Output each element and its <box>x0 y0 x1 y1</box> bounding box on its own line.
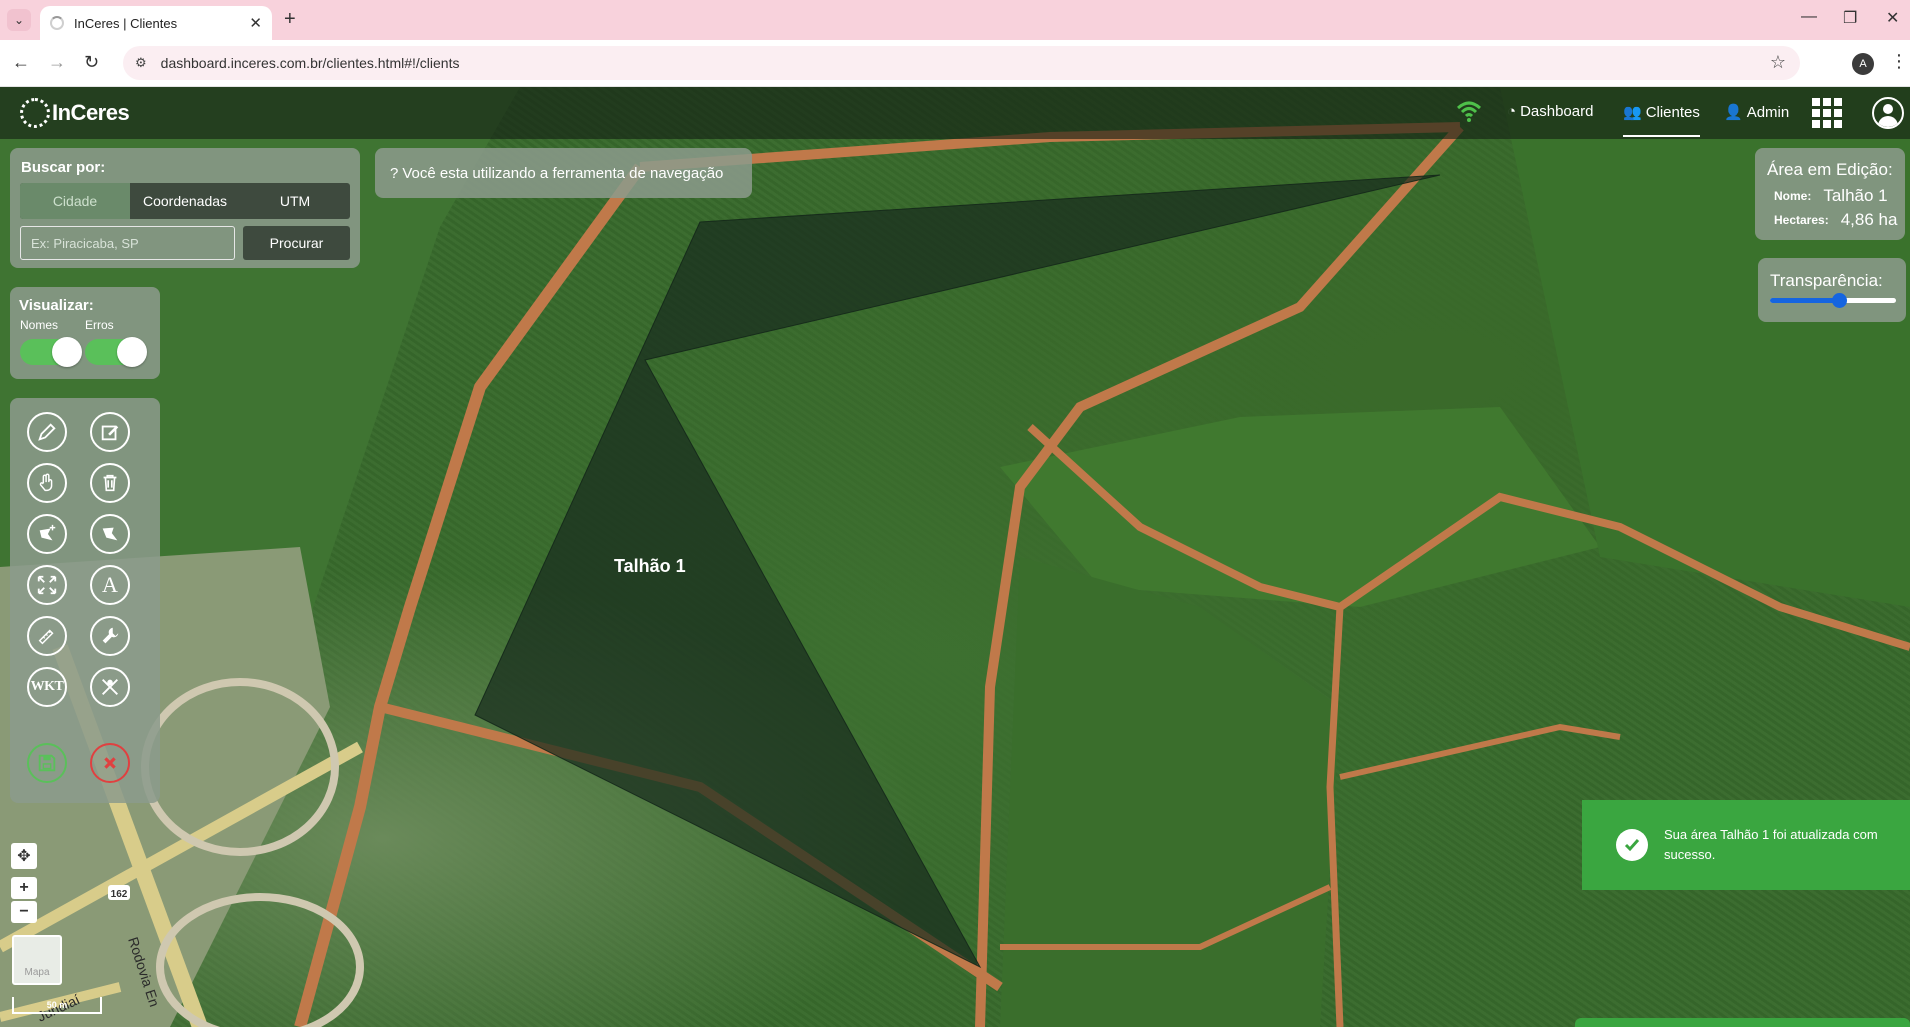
address-bar-row: ← → ↻ ⚙ dashboard.inceres.com.br/cliente… <box>0 40 1910 87</box>
name-label: Nome: <box>1774 189 1812 203</box>
navigation-info-box: ? Você esta utilizando a ferramenta de n… <box>375 148 752 198</box>
tab-search-button[interactable]: ⌄ <box>7 9 31 31</box>
edit-icon[interactable] <box>90 412 130 452</box>
minimize-icon[interactable]: — <box>1801 8 1817 26</box>
transparency-slider[interactable] <box>1770 293 1896 308</box>
dirt-road-southeast <box>1326 606 1344 1027</box>
slider-thumb[interactable] <box>1832 293 1848 308</box>
transparency-panel: Transparência: <box>1758 258 1906 322</box>
search-title: Buscar por: <box>21 159 106 176</box>
user-account-icon[interactable] <box>1872 97 1904 129</box>
browser-tabstrip: ⌄ InCeres | Clientes ✕ + — ❐ ✕ <box>0 0 1910 40</box>
polygon-add-icon[interactable] <box>27 514 67 554</box>
ruler-icon[interactable] <box>27 616 67 656</box>
nav-admin[interactable]: 👤 Admin <box>1724 103 1790 122</box>
mode-coordenadas[interactable]: Coordenadas <box>130 183 240 219</box>
view-panel: Visualizar: Nomes Erros <box>10 287 160 379</box>
profile-avatar[interactable]: A <box>1852 53 1874 75</box>
toggle-erros-label: Erros <box>85 318 114 332</box>
wrench-icon[interactable] <box>90 616 130 656</box>
name-value: Talhão 1 <box>1823 186 1888 205</box>
reload-icon[interactable]: ↻ <box>84 52 99 73</box>
road-badge-text: 162 <box>111 889 128 900</box>
zoom-out-button[interactable]: − <box>11 901 37 923</box>
nav-clientes-label: Clientes <box>1645 103 1700 121</box>
trash-icon[interactable] <box>90 463 130 503</box>
dirt-road-spur <box>1339 723 1621 780</box>
browser-tab[interactable]: InCeres | Clientes ✕ <box>40 6 272 40</box>
pencil-icon[interactable] <box>27 412 67 452</box>
transparency-label: Transparência: <box>1770 271 1883 290</box>
dashboard-icon: ◔ <box>1507 103 1517 120</box>
search-input[interactable] <box>20 226 235 260</box>
split-icon[interactable] <box>90 667 130 707</box>
edit-area-hectares-row: Hectares: 4,86 ha <box>1774 210 1897 230</box>
hectares-label: Hectares: <box>1774 213 1829 227</box>
browser-menu-icon[interactable]: ⋮ <box>1890 51 1908 72</box>
hectares-value: 4,86 ha <box>1840 210 1898 229</box>
slider-fill <box>1770 298 1840 303</box>
mode-cidade[interactable]: Cidade <box>20 183 130 219</box>
edit-area-panel: Área em Edição: Nome: Talhão 1 Hectares:… <box>1755 148 1905 240</box>
check-icon <box>1616 829 1648 861</box>
url-text: dashboard.inceres.com.br/clientes.html#!… <box>160 55 460 71</box>
help-icon: ? <box>390 164 399 182</box>
save-icon[interactable] <box>27 743 67 783</box>
bookmark-star-icon[interactable]: ☆ <box>1770 52 1786 73</box>
back-icon[interactable]: ← <box>12 52 30 73</box>
tools-panel: A WKT <box>10 398 160 803</box>
nav-admin-label: Admin <box>1746 103 1790 121</box>
close-icon[interactable] <box>90 743 130 783</box>
tab-title: InCeres | Clientes <box>74 15 178 31</box>
expand-icon[interactable] <box>27 565 67 605</box>
success-toast[interactable]: Sua área Talhão 1 foi atualizada com suc… <box>1582 800 1910 890</box>
restore-icon[interactable]: ❐ <box>1843 8 1857 28</box>
loading-icon <box>50 16 64 30</box>
polygon-edit-icon[interactable] <box>90 514 130 554</box>
info-text: Você esta utilizando a ferramenta de nav… <box>402 164 724 182</box>
logo-ring-icon <box>20 98 50 128</box>
scale-bar: 50 m <box>12 997 102 1014</box>
edit-area-title: Área em Edição: <box>1767 160 1893 179</box>
close-window-icon[interactable]: ✕ <box>1886 8 1899 28</box>
users-icon: 👥 <box>1623 104 1642 121</box>
forward-icon[interactable]: → <box>48 52 66 73</box>
site-settings-icon[interactable]: ⚙ <box>135 55 147 71</box>
new-tab-button[interactable]: + <box>284 8 296 31</box>
inceres-logo[interactable]: InCeres <box>20 98 130 128</box>
nav-dashboard[interactable]: ◔ Dashboard <box>1507 103 1593 120</box>
logo-text: InCeres <box>52 100 130 125</box>
toast-message: Sua área Talhão 1 foi atualizada com suc… <box>1664 827 1878 862</box>
drag-hand-icon[interactable] <box>27 463 67 503</box>
search-button[interactable]: Procurar <box>243 226 350 260</box>
apps-grid-icon[interactable] <box>1812 98 1842 128</box>
toggle-nomes[interactable] <box>20 337 82 367</box>
app-navbar: InCeres ◔ Dashboard 👥 Clientes 👤 Admin <box>0 87 1910 139</box>
close-tab-icon[interactable]: ✕ <box>249 14 262 32</box>
basemap-toggle[interactable]: Mapa <box>12 935 62 985</box>
url-bar[interactable]: ⚙ dashboard.inceres.com.br/clientes.html… <box>123 46 1800 80</box>
wkt-icon[interactable]: WKT <box>27 667 67 707</box>
zoom-in-button[interactable]: + <box>11 877 37 899</box>
toggle-erros[interactable] <box>85 337 147 367</box>
nav-dashboard-label: Dashboard <box>1520 103 1594 120</box>
field-southeast <box>1000 557 1340 1027</box>
polygon-label: Talhão 1 <box>614 556 686 576</box>
search-panel: Buscar por: Cidade Coordenadas UTM Procu… <box>10 148 360 268</box>
edit-area-name-row: Nome: Talhão 1 <box>1774 186 1888 206</box>
view-title: Visualizar: <box>19 297 94 314</box>
pan-icon[interactable]: ✥ <box>11 843 37 869</box>
nav-clientes[interactable]: 👥 Clientes <box>1623 103 1700 137</box>
toggle-nomes-label: Nomes <box>20 318 59 332</box>
mode-utm[interactable]: UTM <box>240 183 350 219</box>
search-mode-selector: Cidade Coordenadas UTM <box>20 183 350 219</box>
user-plus-icon: 👤 <box>1724 104 1743 121</box>
second-toast[interactable] <box>1575 1018 1910 1027</box>
text-icon[interactable]: A <box>90 565 130 605</box>
wifi-icon <box>1456 101 1482 122</box>
